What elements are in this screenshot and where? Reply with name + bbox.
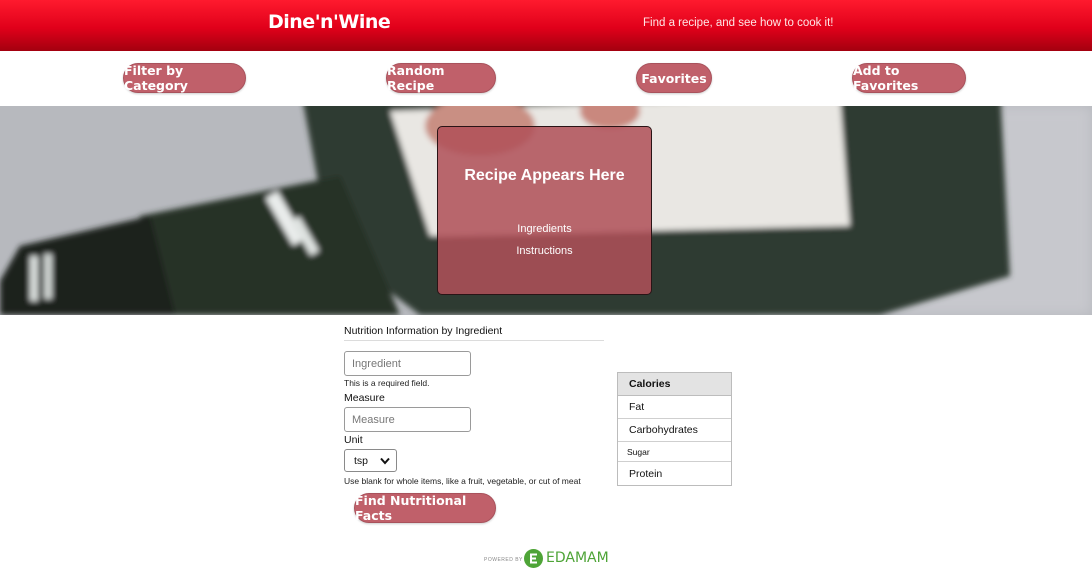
unit-select-value: tsp <box>354 454 369 467</box>
nutrition-row-calories: Calories <box>618 373 731 396</box>
random-recipe-button[interactable]: Random Recipe <box>386 63 496 93</box>
brand-logo-text[interactable]: Dine'n'Wine <box>268 11 391 33</box>
recipe-title: Recipe Appears Here <box>464 167 625 184</box>
find-nutritional-facts-button[interactable]: Find Nutritional Facts <box>354 493 496 523</box>
required-field-note: This is a required field. <box>344 378 430 388</box>
nutrition-row-protein: Protein <box>618 462 731 485</box>
nutrition-row-sugar: Sugar <box>618 442 731 462</box>
main-nav: Filter by Category Random Recipe Favorit… <box>0 51 1092 106</box>
edamam-logo-icon[interactable] <box>524 549 543 568</box>
nutrition-facts-table: Calories Fat Carbohydrates Sugar Protein <box>617 372 732 486</box>
favorites-button[interactable]: Favorites <box>636 63 712 93</box>
unit-label: Unit <box>344 434 363 446</box>
unit-note: Use blank for whole items, like a fruit,… <box>344 476 581 486</box>
edamam-brand[interactable]: EDAMAM <box>546 550 609 566</box>
recipe-ingredients: Ingredients <box>517 223 572 235</box>
ingredient-input[interactable]: Ingredient <box>344 351 471 376</box>
powered-by-label: POWERED BY <box>484 557 523 563</box>
add-to-favorites-button[interactable]: Add to Favorites <box>852 63 966 93</box>
recipe-instructions: Instructions <box>516 245 573 257</box>
nutrition-form-title: Nutrition Information by Ingredient <box>344 325 604 341</box>
site-header: Dine'n'Wine Find a recipe, and see how t… <box>0 0 1092 51</box>
measure-input[interactable]: Measure <box>344 407 471 432</box>
nutrition-row-fat: Fat <box>618 396 731 419</box>
nutrition-row-carbohydrates: Carbohydrates <box>618 419 731 442</box>
measure-label: Measure <box>344 392 385 404</box>
filter-by-category-button[interactable]: Filter by Category <box>123 63 246 93</box>
chevron-down-icon <box>380 457 390 465</box>
header-tagline: Find a recipe, and see how to cook it! <box>643 17 834 29</box>
unit-select[interactable]: tsp <box>344 449 397 472</box>
recipe-card: Recipe Appears Here Ingredients Instruct… <box>437 126 652 295</box>
